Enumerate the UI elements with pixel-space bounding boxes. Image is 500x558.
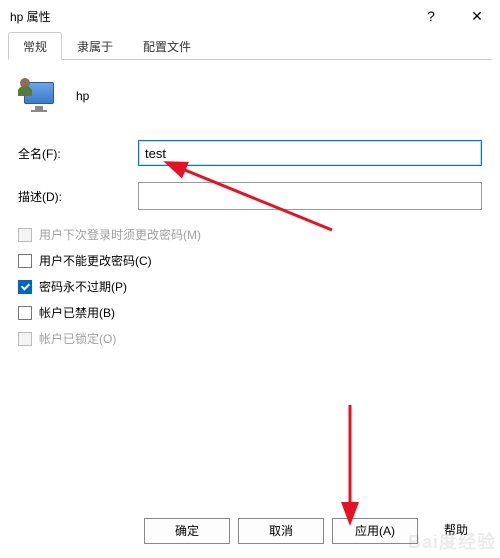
fullname-label: 全名(F): — [18, 145, 138, 162]
checkbox-icon — [18, 280, 32, 294]
check-label: 密码永不过期(P) — [39, 278, 127, 295]
check-label: 帐户已锁定(O) — [39, 330, 116, 347]
check-label: 帐户已禁用(B) — [39, 304, 115, 321]
tab-general[interactable]: 常规 — [8, 32, 62, 60]
checkbox-group: 用户下次登录时须更改密码(M) 用户不能更改密码(C) 密码永不过期(P) 帐户… — [18, 226, 482, 347]
tab-content: hp 全名(F): 描述(D): 用户下次登录时须更改密码(M) 用户不能更改密… — [0, 60, 500, 347]
description-label: 描述(D): — [18, 188, 138, 205]
tab-bar: 常规 隶属于 配置文件 — [8, 32, 492, 60]
user-icon — [20, 78, 56, 114]
check-never-expires[interactable]: 密码永不过期(P) — [18, 278, 482, 295]
ok-button[interactable]: 确定 — [144, 518, 230, 544]
checkbox-icon — [18, 228, 32, 242]
watermark: Bai度经验 — [408, 528, 496, 554]
check-account-locked: 帐户已锁定(O) — [18, 330, 482, 347]
annotation-arrow-icon — [320, 400, 380, 525]
description-input[interactable] — [138, 182, 482, 210]
check-cannot-change[interactable]: 用户不能更改密码(C) — [18, 252, 482, 269]
checkbox-icon — [18, 332, 32, 346]
tab-member-of[interactable]: 隶属于 — [62, 32, 128, 59]
check-must-change: 用户下次登录时须更改密码(M) — [18, 226, 482, 243]
close-button[interactable]: ✕ — [454, 0, 500, 32]
cancel-button[interactable]: 取消 — [238, 518, 324, 544]
check-label: 用户不能更改密码(C) — [39, 252, 152, 269]
fullname-row: 全名(F): — [18, 140, 482, 166]
tab-profile[interactable]: 配置文件 — [128, 32, 206, 59]
help-button[interactable]: ? — [408, 0, 454, 32]
user-header: hp — [18, 70, 482, 132]
apply-button[interactable]: 应用(A) — [332, 518, 418, 544]
description-row: 描述(D): — [18, 182, 482, 210]
titlebar: hp 属性 ? ✕ — [0, 0, 500, 32]
check-account-disabled[interactable]: 帐户已禁用(B) — [18, 304, 482, 321]
checkbox-icon — [18, 254, 32, 268]
fullname-input[interactable] — [138, 140, 482, 166]
user-name-label: hp — [76, 89, 89, 103]
window-title: hp 属性 — [10, 8, 408, 25]
check-label: 用户下次登录时须更改密码(M) — [39, 226, 201, 243]
checkbox-icon — [18, 306, 32, 320]
